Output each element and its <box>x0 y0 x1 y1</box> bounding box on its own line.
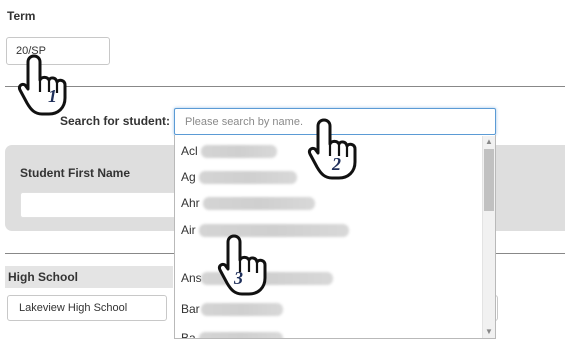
search-label: Search for student: <box>60 114 171 128</box>
redacted-text <box>199 171 297 184</box>
list-item[interactable]: Ahr <box>181 190 481 216</box>
redacted-text <box>199 332 283 338</box>
triangle-down-icon[interactable]: ▼ <box>483 326 495 338</box>
divider <box>5 86 565 87</box>
hand-pointer-icon: 3 <box>212 232 274 298</box>
list-item-name: Bar <box>181 302 200 316</box>
list-item-name: Ba <box>181 331 196 339</box>
list-item-name: Acl <box>181 144 198 158</box>
step-number: 3 <box>234 268 243 288</box>
redacted-text <box>203 197 315 210</box>
list-item[interactable]: Bar <box>181 296 481 322</box>
list-item-name: Ag <box>181 170 196 184</box>
step-number: 2 <box>332 154 341 174</box>
list-item-name: Ans <box>181 271 202 285</box>
step-number: 1 <box>48 86 57 106</box>
hand-pointer-icon: 1 <box>12 52 74 118</box>
first-name-label: Student First Name <box>20 166 131 180</box>
list-item-name: Ahr <box>181 196 200 210</box>
term-label: Term <box>7 9 36 23</box>
hand-pointer-icon: 2 <box>302 116 364 182</box>
scrollbar-thumb[interactable] <box>484 149 494 211</box>
triangle-up-icon[interactable]: ▲ <box>483 136 495 148</box>
first-name-field[interactable] <box>20 192 180 218</box>
redacted-text <box>201 145 277 158</box>
redacted-text <box>201 303 283 316</box>
dropdown-scrollbar[interactable]: ▲ ▼ <box>482 136 495 338</box>
list-item[interactable]: Ba <box>181 325 481 339</box>
high-school-header: High School <box>5 266 173 288</box>
list-item-name: Air <box>181 223 196 237</box>
high-school-field[interactable]: Lakeview High School <box>7 295 167 321</box>
